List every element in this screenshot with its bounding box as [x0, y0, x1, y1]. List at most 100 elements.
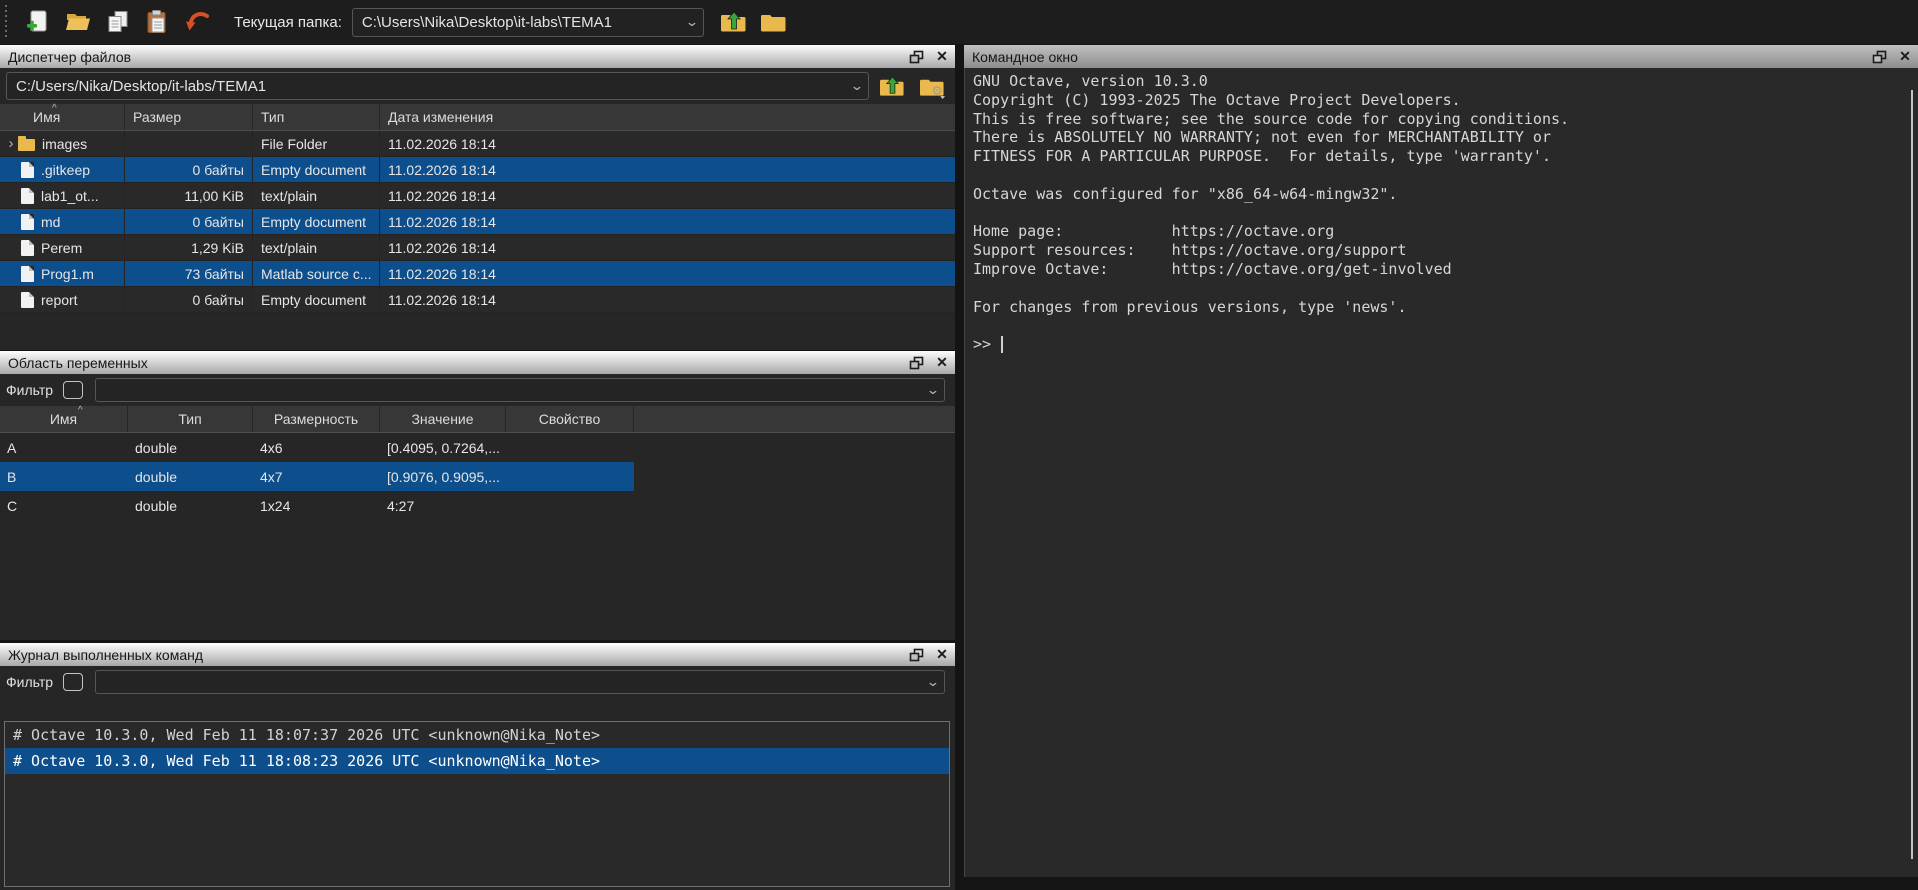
- command-history-titlebar[interactable]: Журнал выполненных команд ✕: [0, 643, 955, 666]
- console-prompt: >>: [973, 335, 991, 354]
- file-icon: [21, 188, 34, 204]
- file-row[interactable]: Perem1,29 KiBtext/plain11.02.2026 18:14: [0, 235, 955, 261]
- close-widget-button[interactable]: ✕: [929, 644, 955, 665]
- variable-row[interactable]: Cdouble1x244:27: [0, 491, 634, 520]
- column-header-value[interactable]: Значение: [380, 406, 506, 432]
- history-entry[interactable]: # Octave 10.3.0, Wed Feb 11 18:07:37 202…: [5, 722, 949, 748]
- undock-widget-button[interactable]: [1866, 46, 1892, 67]
- console-line: [973, 204, 1898, 223]
- file-date: 11.02.2026 18:14: [380, 287, 955, 312]
- file-type: Matlab source c...: [253, 261, 380, 286]
- sort-ascending-icon: ^: [78, 405, 83, 416]
- console-line: [973, 316, 1898, 335]
- file-size: 1,29 KiB: [125, 235, 253, 260]
- variable-dimension: 4x7: [253, 469, 380, 485]
- toolbar-drag-handle[interactable]: [3, 5, 10, 39]
- copy-button[interactable]: [100, 4, 136, 40]
- close-widget-button[interactable]: ✕: [929, 352, 955, 373]
- panel-title: Диспетчер файлов: [0, 49, 903, 65]
- filter-label: Фильтр: [6, 674, 53, 690]
- panel-title: Область переменных: [0, 355, 903, 371]
- column-header-name[interactable]: Имя: [0, 104, 125, 130]
- command-window[interactable]: GNU Octave, version 10.3.0Copyright (C) …: [964, 68, 1918, 877]
- column-header-type[interactable]: Тип: [253, 104, 380, 130]
- console-line: This is free software; see the source co…: [973, 110, 1898, 129]
- new-script-button[interactable]: [20, 4, 56, 40]
- file-name: report: [41, 292, 78, 308]
- workspace-body: Фильтр ⌄ ^ Имя Тип Размерность Значение …: [0, 374, 955, 640]
- column-header-date[interactable]: Дата изменения: [380, 104, 955, 130]
- filter-checkbox[interactable]: [63, 381, 83, 399]
- file-browser-actions-button[interactable]: ⚙: [915, 71, 949, 101]
- file-size: 0 байты: [125, 157, 253, 182]
- workspace-table-header[interactable]: ^ Имя Тип Размерность Значение Свойство: [0, 406, 955, 433]
- file-icon: [21, 240, 34, 256]
- undock-icon: [909, 356, 924, 370]
- folder-browse-icon: [760, 9, 788, 35]
- file-row[interactable]: lab1_ot...11,00 KiBtext/plain11.02.2026 …: [0, 183, 955, 209]
- one-directory-up-button[interactable]: [716, 4, 752, 40]
- variable-class: double: [128, 469, 253, 485]
- console-line: [973, 279, 1898, 298]
- filter-combobox[interactable]: ⌄: [95, 378, 945, 402]
- current-folder-combobox[interactable]: C:\Users\Nika\Desktop\it-labs\TEMA1 ⌄: [352, 8, 704, 37]
- file-type: text/plain: [253, 235, 380, 260]
- close-icon: ✕: [936, 48, 948, 65]
- column-header-class[interactable]: Тип: [128, 406, 253, 432]
- column-header-dimension[interactable]: Размерность: [253, 406, 380, 432]
- column-header-size[interactable]: Размер: [125, 104, 253, 130]
- filter-checkbox[interactable]: [63, 673, 83, 691]
- file-browser-path-value: C:/Users/Nika/Desktop/it-labs/TEMA1: [7, 78, 846, 95]
- file-row[interactable]: md0 байтыEmpty document11.02.2026 18:14: [0, 209, 955, 235]
- close-widget-button[interactable]: ✕: [929, 46, 955, 67]
- variable-row[interactable]: Bdouble4x7[0.9076, 0.9095,...: [0, 462, 634, 491]
- file-date: 11.02.2026 18:14: [380, 183, 955, 208]
- file-size: 0 байты: [125, 287, 253, 312]
- file-size: 0 байты: [125, 209, 253, 234]
- file-row[interactable]: Prog1.m73 байтыMatlab source c...11.02.2…: [0, 261, 955, 287]
- console-scrollbar[interactable]: [1911, 90, 1913, 859]
- command-history-list: # Octave 10.3.0, Wed Feb 11 18:07:37 202…: [4, 721, 950, 887]
- filter-combobox[interactable]: ⌄: [95, 670, 945, 694]
- new-script-icon: [25, 9, 51, 35]
- expander-icon[interactable]: ›: [4, 135, 18, 152]
- command-window-titlebar[interactable]: Командное окно ✕: [964, 45, 1918, 68]
- history-entry[interactable]: # Octave 10.3.0, Wed Feb 11 18:08:23 202…: [5, 748, 949, 774]
- column-header-name[interactable]: Имя: [0, 406, 128, 432]
- file-size: 11,00 KiB: [125, 183, 253, 208]
- file-name: .gitkeep: [41, 162, 90, 178]
- file-type: Empty document: [253, 157, 380, 182]
- chevron-down-icon: ⌄: [919, 674, 948, 690]
- file-browser-up-button[interactable]: [875, 71, 909, 101]
- file-table: ^ Имя Размер Тип Дата изменения ›imagesF…: [0, 104, 955, 313]
- variable-value: [0.4095, 0.7264,...: [380, 440, 506, 456]
- folder-up-icon: [879, 74, 906, 99]
- paste-button[interactable]: [140, 4, 176, 40]
- console-prompt-line[interactable]: >>: [973, 335, 1898, 354]
- file-row[interactable]: .gitkeep0 байтыEmpty document11.02.2026 …: [0, 157, 955, 183]
- file-row[interactable]: report0 байтыEmpty document11.02.2026 18…: [0, 287, 955, 313]
- undock-widget-button[interactable]: [903, 644, 929, 665]
- open-file-button[interactable]: [60, 4, 96, 40]
- filter-label: Фильтр: [6, 382, 53, 398]
- variable-row[interactable]: Adouble4x6[0.4095, 0.7264,...: [0, 433, 634, 462]
- undock-widget-button[interactable]: [903, 46, 929, 67]
- file-name: Perem: [41, 240, 82, 256]
- console-line: There is ABSOLUTELY NO WARRANTY; not eve…: [973, 128, 1898, 147]
- undock-widget-button[interactable]: [903, 352, 929, 373]
- file-browser-titlebar[interactable]: Диспетчер файлов ✕: [0, 45, 955, 68]
- file-table-body: ›imagesFile Folder11.02.2026 18:14 .gitke…: [0, 131, 955, 313]
- console-line: Home page: https://octave.org: [973, 222, 1898, 241]
- variable-name: C: [0, 498, 128, 514]
- folder-gear-icon: ⚙: [919, 74, 946, 99]
- file-row[interactable]: ›imagesFile Folder11.02.2026 18:14: [0, 131, 955, 157]
- variable-value: 4:27: [380, 498, 506, 514]
- undo-button[interactable]: [180, 4, 216, 40]
- close-widget-button[interactable]: ✕: [1892, 46, 1918, 67]
- workspace-titlebar[interactable]: Область переменных ✕: [0, 351, 955, 374]
- open-folder-icon: [65, 9, 91, 35]
- file-table-header[interactable]: ^ Имя Размер Тип Дата изменения: [0, 104, 955, 131]
- browse-directories-button[interactable]: [756, 4, 792, 40]
- column-header-attribute[interactable]: Свойство: [506, 406, 634, 432]
- file-browser-path-combobox[interactable]: C:/Users/Nika/Desktop/it-labs/TEMA1 ⌄: [6, 72, 869, 100]
